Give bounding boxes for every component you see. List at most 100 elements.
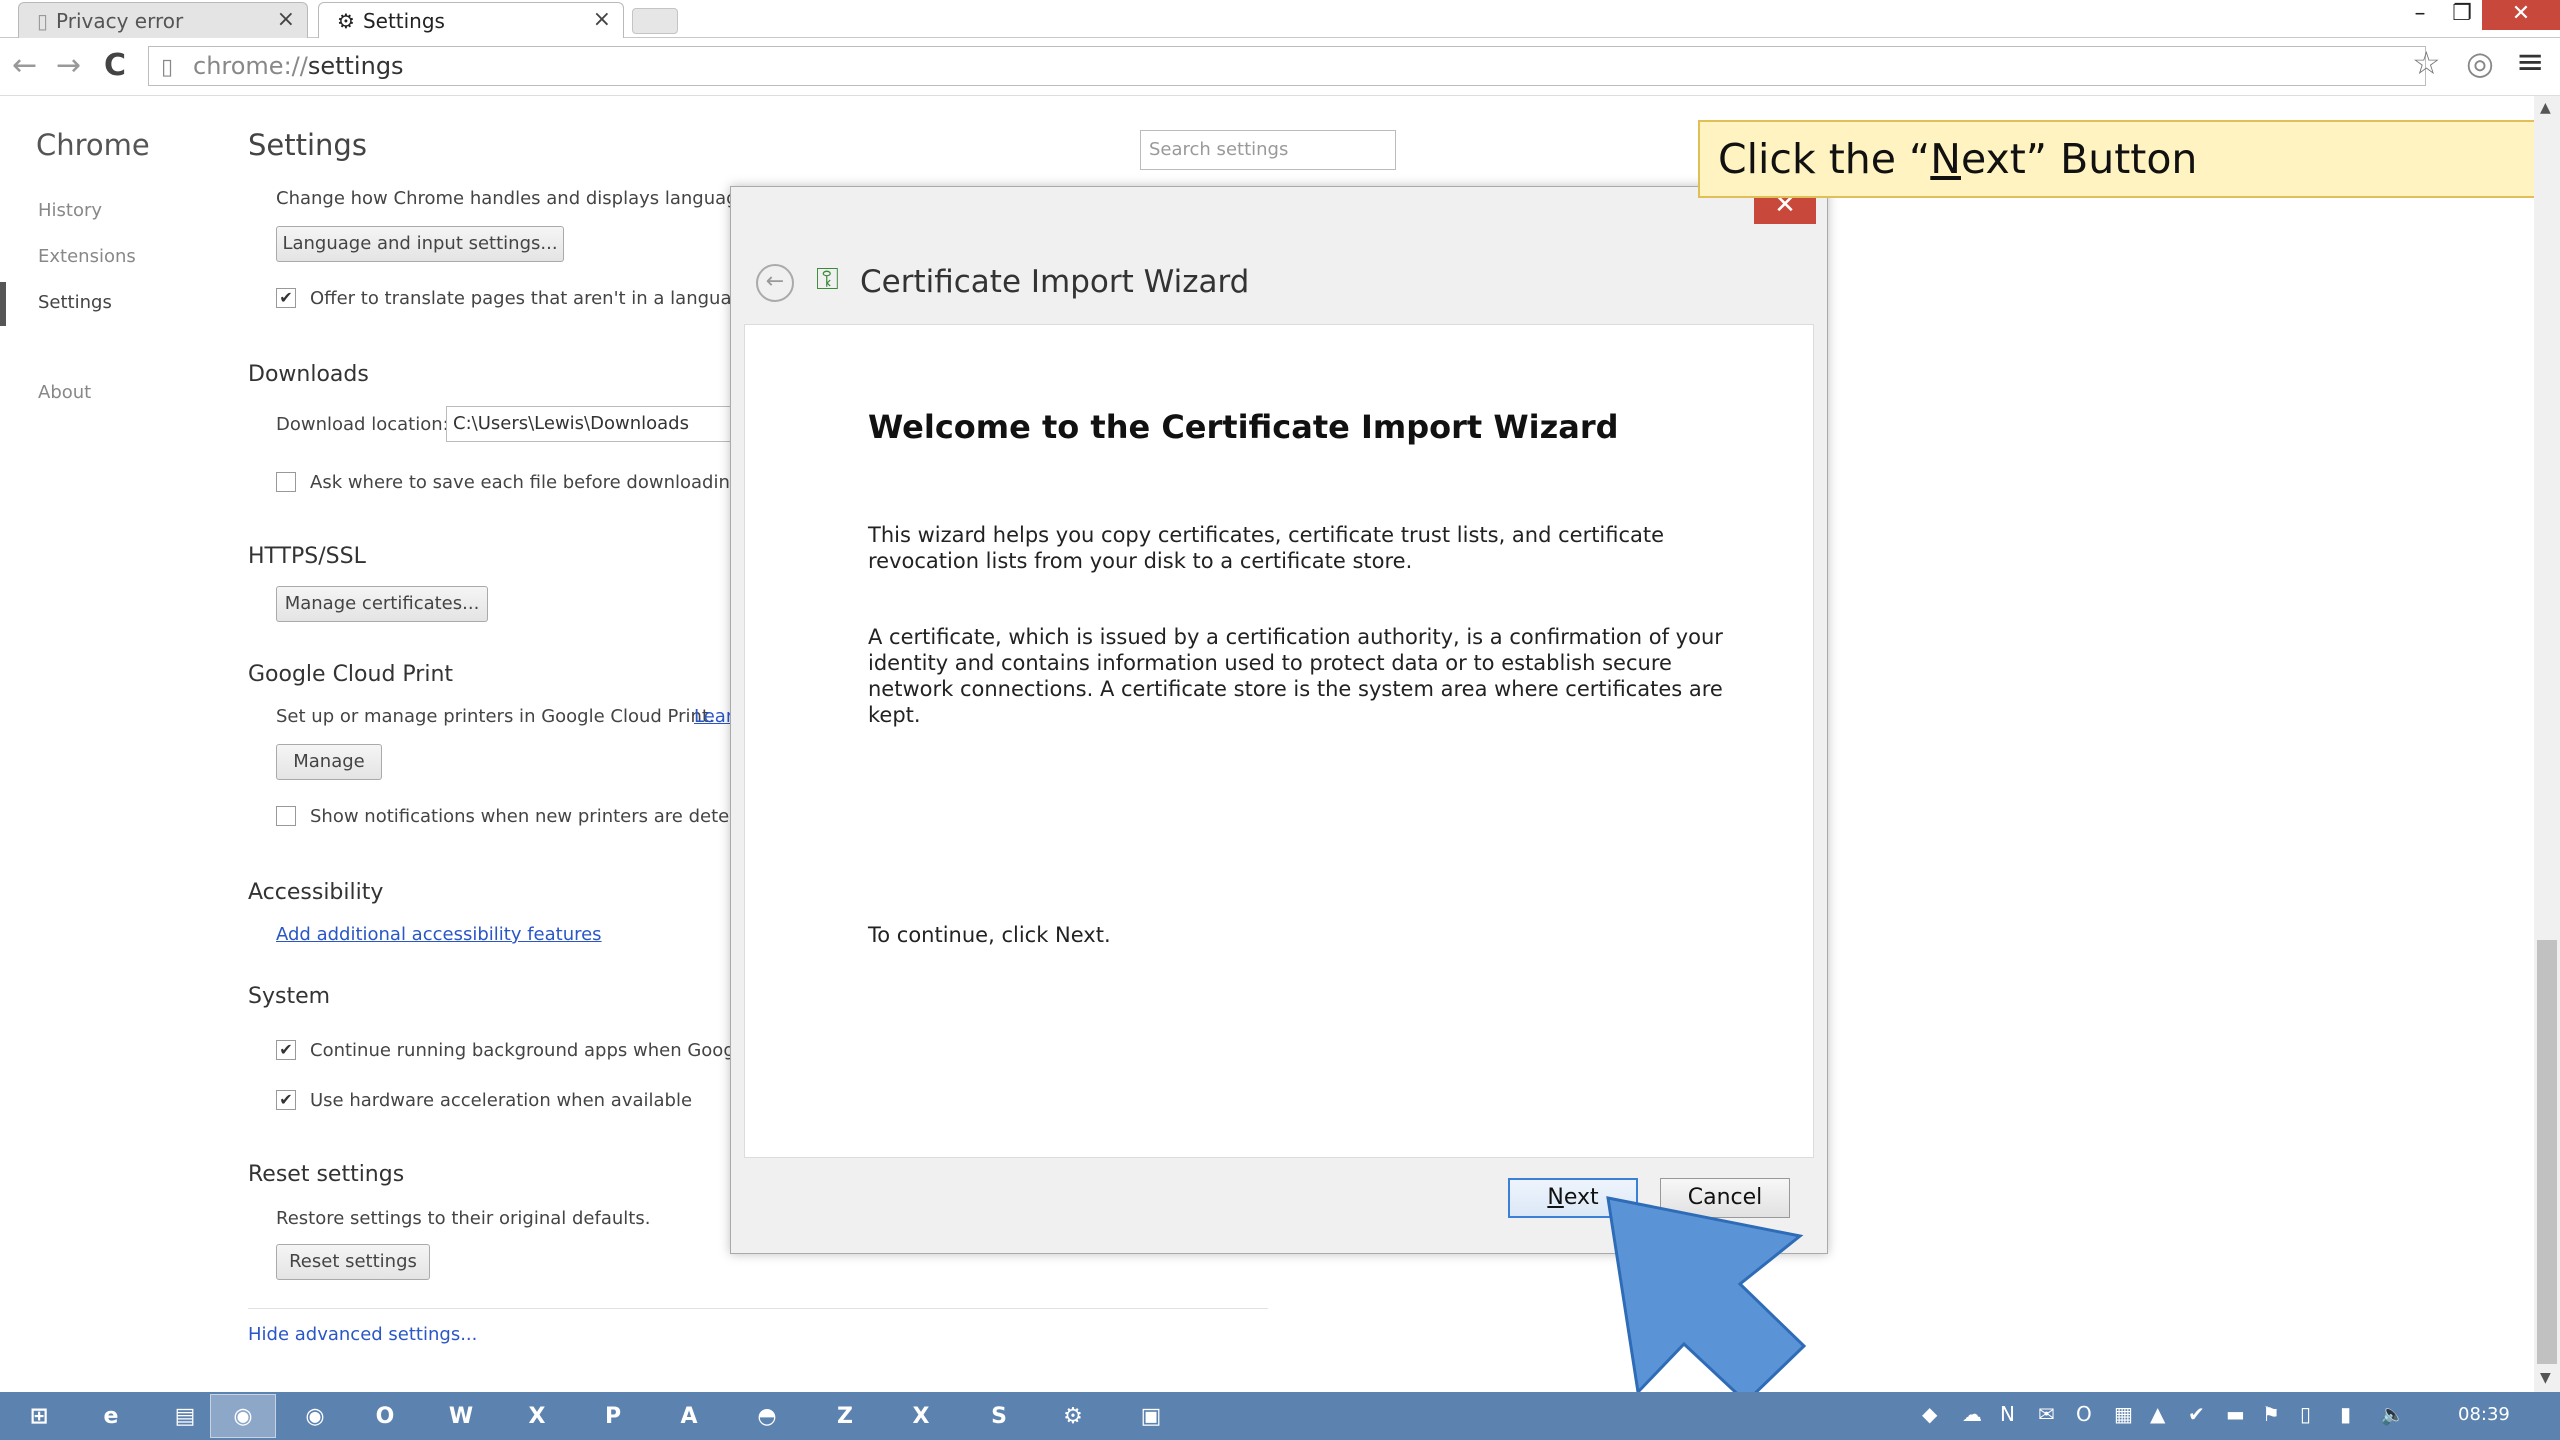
start-icon[interactable]: ⊞: [6, 1394, 72, 1438]
excel-icon[interactable]: X: [504, 1394, 570, 1438]
acrobat-icon[interactable]: A: [656, 1394, 722, 1438]
callout-mnemonic: N: [1930, 135, 1961, 183]
outlook-icon[interactable]: O: [352, 1394, 418, 1438]
nav-item-history[interactable]: History: [38, 200, 102, 221]
search-settings-input[interactable]: Search settings: [1140, 130, 1396, 170]
internet-explorer-icon[interactable]: e: [78, 1394, 144, 1438]
system-heading: System: [248, 984, 331, 1009]
hardware-acceleration-checkbox[interactable]: ✔: [276, 1090, 296, 1110]
filezilla-icon[interactable]: Z: [812, 1394, 878, 1438]
battery-icon[interactable]: ▬: [2226, 1402, 2245, 1426]
volume-icon[interactable]: 🔈: [2380, 1402, 2405, 1426]
page-icon: ▯: [37, 8, 49, 33]
https-heading: HTTPS/SSL: [248, 544, 366, 569]
nav-item-settings[interactable]: Settings: [38, 292, 112, 313]
menu-icon[interactable]: ≡: [2516, 42, 2545, 82]
clock: 08:39: [2458, 1404, 2510, 1425]
wizard-paragraph-3: To continue, click Next.: [868, 923, 1111, 947]
reset-heading: Reset settings: [248, 1162, 405, 1187]
reset-settings-button[interactable]: Reset settings: [276, 1244, 430, 1280]
callout-text-end: ext” Button: [1960, 135, 2198, 183]
warning-icon[interactable]: ◆: [1922, 1402, 1937, 1426]
nav-item-about[interactable]: About: [38, 382, 91, 403]
bookmark-star-icon[interactable]: ☆: [2412, 44, 2441, 82]
printer-notify-checkbox[interactable]: [276, 806, 296, 826]
nav-item-extensions[interactable]: Extensions: [38, 246, 136, 267]
wizard-heading: Welcome to the Certificate Import Wizard: [868, 408, 1619, 446]
dialog-back-button[interactable]: ←: [756, 264, 794, 302]
file-explorer-icon[interactable]: ▤: [152, 1394, 218, 1438]
cloud-print-heading: Google Cloud Print: [248, 662, 454, 687]
flag-icon[interactable]: ⚑: [2262, 1402, 2280, 1426]
forward-button[interactable]: →: [56, 48, 81, 83]
mail-icon[interactable]: ✉: [2038, 1402, 2055, 1426]
accessibility-link[interactable]: Add additional accessibility features: [276, 924, 602, 945]
translate-checkbox[interactable]: ✔: [276, 288, 296, 308]
instruction-callout: Click the “Next” Button: [1698, 120, 2536, 198]
url-path: settings: [307, 52, 404, 80]
language-settings-button[interactable]: Language and input settings...: [276, 226, 564, 262]
hardware-acceleration-label: Use hardware acceleration when available: [310, 1090, 693, 1111]
new-tab-button[interactable]: [632, 8, 678, 34]
app-icon[interactable]: ▦: [2114, 1402, 2133, 1426]
tab-privacy-error[interactable]: ▯ Privacy error ×: [18, 2, 308, 38]
ask-save-checkbox[interactable]: [276, 472, 296, 492]
nav-title: Chrome: [36, 128, 150, 162]
manage-certificates-button[interactable]: Manage certificates...: [276, 586, 488, 622]
outlook-icon[interactable]: O: [2076, 1402, 2092, 1426]
cloud-icon[interactable]: ☁: [1962, 1402, 1982, 1426]
app-icon[interactable]: ▣: [1118, 1394, 1184, 1438]
firefox-icon[interactable]: ◉: [282, 1394, 348, 1438]
chrome-icon[interactable]: ◉: [210, 1394, 276, 1438]
alert-icon[interactable]: ▲: [2150, 1402, 2165, 1426]
download-location-field[interactable]: C:\Users\Lewis\Downloads: [446, 406, 736, 442]
callout-text-start: Click the “: [1718, 135, 1931, 183]
reset-description: Restore settings to their original defau…: [276, 1208, 651, 1229]
background-apps-checkbox[interactable]: ✔: [276, 1040, 296, 1060]
tab-label: Settings: [362, 8, 445, 33]
wizard-paragraph-1: This wizard helps you copy certificates,…: [868, 523, 1665, 573]
printer-notify-label: Show notifications when new printers are…: [310, 806, 758, 827]
certificate-icon: ⚿: [816, 262, 839, 297]
manage-printers-button[interactable]: Manage: [276, 744, 382, 780]
nav-active-indicator: [0, 282, 6, 326]
address-bar[interactable]: ▯ chrome://settings: [148, 46, 2426, 86]
word-icon[interactable]: W: [428, 1394, 494, 1438]
hide-advanced-link[interactable]: Hide advanced settings...: [248, 1324, 477, 1345]
device-icon[interactable]: ▯: [2300, 1402, 2311, 1426]
close-icon[interactable]: ×: [593, 7, 611, 32]
onenote-icon[interactable]: N: [2000, 1402, 2015, 1426]
back-button[interactable]: ←: [12, 48, 37, 83]
scroll-down-icon[interactable]: ▼: [2540, 1370, 2551, 1386]
project-icon[interactable]: X: [888, 1394, 954, 1438]
powerpoint-icon[interactable]: P: [580, 1394, 646, 1438]
skype-icon[interactable]: S: [966, 1394, 1032, 1438]
dialog-content-panel: [744, 324, 1814, 1158]
app-icon[interactable]: ◓: [734, 1394, 800, 1438]
reload-button[interactable]: C: [104, 48, 126, 83]
download-location-label: Download location:: [276, 414, 449, 435]
network-icon[interactable]: ⚙: [1040, 1394, 1106, 1438]
wizard-paragraph-2: A certificate, which is issued by a cert…: [868, 625, 1723, 727]
check-icon[interactable]: ✔: [2188, 1402, 2205, 1426]
gear-icon: ⚙: [337, 8, 355, 33]
divider: [248, 1308, 1268, 1309]
learn-more-link[interactable]: Lear: [694, 706, 733, 727]
scrollbar-thumb[interactable]: [2537, 940, 2557, 1364]
downloads-heading: Downloads: [248, 362, 369, 387]
scroll-up-icon[interactable]: ▲: [2540, 100, 2551, 116]
window-close-button[interactable]: ✕: [2482, 0, 2560, 30]
accessibility-heading: Accessibility: [248, 880, 384, 905]
signal-icon[interactable]: ▮: [2340, 1402, 2351, 1426]
close-icon[interactable]: ×: [277, 7, 295, 32]
tab-label: Privacy error: [56, 8, 184, 33]
translate-label: Offer to translate pages that aren't in …: [310, 288, 754, 309]
extension-icon[interactable]: ◎: [2466, 44, 2494, 82]
background-apps-label: Continue running background apps when Go…: [310, 1040, 751, 1061]
tab-settings[interactable]: ⚙ Settings ×: [318, 2, 624, 38]
dialog-title: Certificate Import Wizard: [860, 264, 1250, 300]
ask-save-label: Ask where to save each file before downl…: [310, 472, 742, 493]
pointer-arrow-icon: [1606, 1196, 1807, 1402]
cloud-print-description: Set up or manage printers in Google Clou…: [276, 706, 715, 727]
languages-description: Change how Chrome handles and displays l…: [276, 188, 764, 209]
